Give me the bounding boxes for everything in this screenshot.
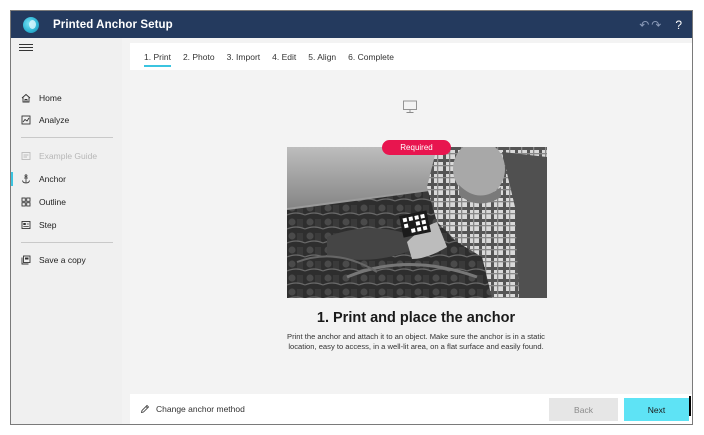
undo-redo-group: ↶ ↷	[639, 18, 661, 32]
tab-complete[interactable]: 6. Complete	[348, 43, 394, 70]
sidebar-divider	[21, 137, 113, 138]
title-bar-actions: ↶ ↷ ?	[639, 11, 682, 38]
sidebar-item-save-a-copy[interactable]: Save a copy	[11, 250, 122, 270]
sidebar-item-outline[interactable]: Outline	[11, 192, 122, 212]
sidebar-item-label: Analyze	[39, 115, 70, 125]
main-panel: 1. Print 2. Photo 3. Import 4. Edit 5. A…	[122, 38, 692, 424]
analyze-icon	[21, 115, 31, 125]
pencil-icon	[140, 404, 150, 414]
footer-bar: Change anchor method Back Next	[130, 394, 692, 424]
app-window: Printed Anchor Setup ↶ ↷ ? Home Analyze	[10, 10, 693, 425]
back-button[interactable]: Back	[549, 398, 618, 421]
tab-print[interactable]: 1. Print	[144, 43, 171, 70]
sidebar-item-home[interactable]: Home	[11, 88, 122, 108]
anchor-placement-photo	[287, 147, 547, 298]
redo-icon[interactable]: ↷	[651, 18, 661, 32]
app-logo-icon	[23, 16, 39, 33]
step-heading: 1. Print and place the anchor	[316, 310, 516, 326]
sidebar: Home Analyze Example Guide Anchor Outlin…	[11, 38, 122, 424]
anchor-icon	[21, 174, 31, 184]
outline-icon	[21, 197, 31, 207]
change-anchor-method-link[interactable]: Change anchor method	[140, 394, 245, 424]
sidebar-item-label: Step	[39, 220, 57, 230]
step-tabs: 1. Print 2. Photo 3. Import 4. Edit 5. A…	[130, 43, 692, 70]
sidebar-item-label: Outline	[39, 197, 66, 207]
sidebar-divider	[21, 242, 113, 243]
sidebar-item-analyze[interactable]: Analyze	[11, 110, 122, 130]
title-bar: Printed Anchor Setup ↶ ↷ ?	[11, 11, 692, 38]
sidebar-item-step[interactable]: Step	[11, 215, 122, 235]
help-icon[interactable]: ?	[675, 18, 682, 32]
text-cursor	[689, 396, 691, 416]
guide-icon	[21, 151, 31, 161]
sidebar-item-label: Save a copy	[39, 255, 86, 265]
tab-edit[interactable]: 4. Edit	[272, 43, 296, 70]
home-icon	[21, 93, 31, 103]
tab-import[interactable]: 3. Import	[227, 43, 261, 70]
sidebar-item-label: Home	[39, 93, 62, 103]
sidebar-item-anchor[interactable]: Anchor	[11, 169, 122, 189]
step-description: Print the anchor and attach it to an obj…	[287, 332, 545, 352]
save-copy-icon	[21, 255, 31, 265]
sidebar-item-label: Anchor	[39, 174, 66, 184]
sidebar-item-example-guide: Example Guide	[11, 146, 122, 166]
step-content: Required 1. Print and place the anchor P…	[130, 70, 692, 381]
app-title: Printed Anchor Setup	[53, 18, 173, 31]
next-button[interactable]: Next	[624, 398, 689, 421]
undo-icon[interactable]: ↶	[639, 18, 649, 32]
change-anchor-method-label: Change anchor method	[156, 404, 245, 414]
sidebar-item-label: Example Guide	[39, 151, 98, 161]
tab-photo[interactable]: 2. Photo	[183, 43, 215, 70]
monitor-icon	[402, 99, 418, 115]
hamburger-menu-icon[interactable]	[19, 42, 33, 56]
step-icon	[21, 220, 31, 230]
tab-align[interactable]: 5. Align	[308, 43, 336, 70]
required-badge: Required	[382, 140, 451, 155]
